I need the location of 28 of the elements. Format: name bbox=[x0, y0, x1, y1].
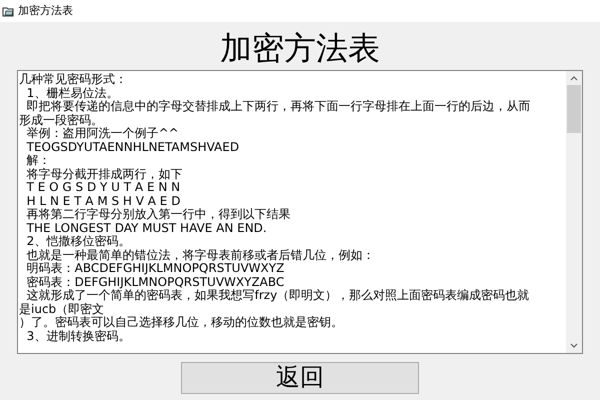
page-heading: 加密方法表 bbox=[220, 29, 380, 68]
text-line: 即把将要传递的信息中的字母交替排成上下两行，再将下面一行字母排在上面一行的后边，从而 bbox=[26, 100, 531, 114]
text-line: 形成一段密码。 bbox=[19, 114, 103, 127]
text-line: TEOGSDYUTAENNHLNETAMSHVAED bbox=[26, 140, 240, 154]
text-line: ）了。密码表可以自己选择移几位，移动的位数也就是密钥。 bbox=[19, 316, 343, 330]
text-line: 是iucb（即密文 bbox=[19, 302, 104, 316]
text-line: 这就形成了一个简单的密码表，如果我想写frzy（即明文），那么对照上面密码表编成密码也就 bbox=[26, 289, 530, 302]
text-line: 明码表：ABCDEFGHIJKLMNOPQRSTUVWXYZ bbox=[26, 262, 284, 276]
scroll-down-icon[interactable] bbox=[570, 343, 578, 348]
text-line: T E O G S D Y U T A E N N bbox=[26, 181, 180, 194]
text-box[interactable] bbox=[17, 70, 583, 354]
text-line: THE LONGEST DAY MUST HAVE AN END. bbox=[26, 222, 267, 235]
text-line: H L N E T A M S H V A E D bbox=[26, 194, 180, 208]
text-line: 密码表：DEFGHIJKLMNOPQRSTUVWXYZABC bbox=[26, 276, 284, 289]
text-line: 几种常见密码形式： bbox=[19, 73, 127, 86]
text-line: 再将第二行字母分别放入第一行中，得到以下结果 bbox=[26, 208, 291, 222]
scrollbar[interactable] bbox=[566, 71, 582, 353]
window-title: 加密方法表 bbox=[18, 2, 73, 19]
text-line: 将字母分截开排成两行，如下 bbox=[26, 168, 183, 181]
text-line: 2、恺撒移位密码。 bbox=[26, 235, 130, 248]
text-line: 1、栅栏易位法。 bbox=[26, 86, 118, 100]
scroll-up-icon[interactable] bbox=[570, 76, 578, 81]
back-button[interactable]: 返回 bbox=[181, 362, 419, 394]
scroll-thumb[interactable] bbox=[567, 85, 581, 133]
text-line: 也就是一种最简单的错位法，将字母表前移或者后错几位，例如： bbox=[26, 248, 375, 262]
text-line: 3、进制转换密码。 bbox=[26, 330, 130, 343]
text-line: 解： bbox=[26, 154, 51, 168]
text-line: 举例：盗用阿洗一个例子^^ bbox=[26, 127, 179, 140]
